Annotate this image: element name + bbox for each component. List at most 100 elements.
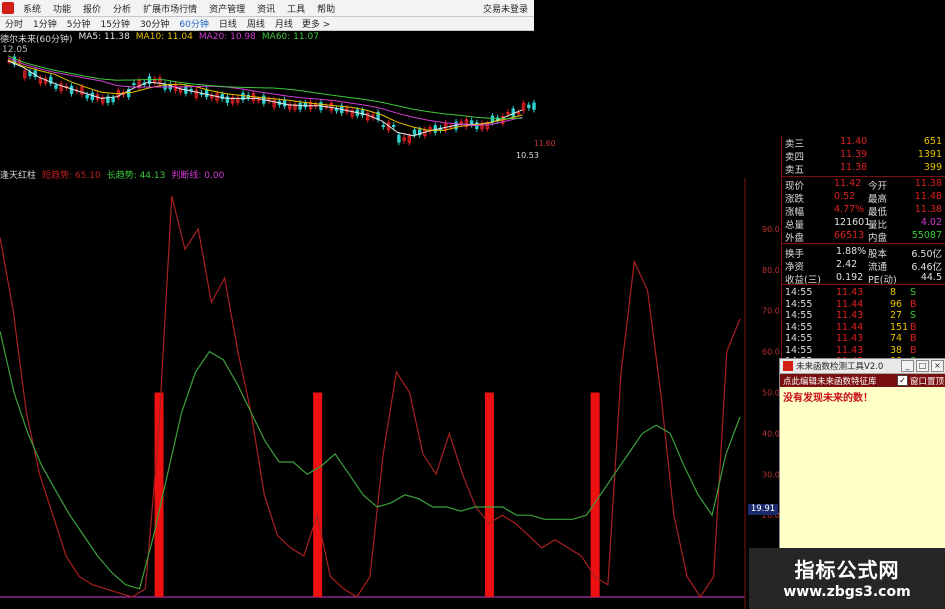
candle	[412, 129, 417, 135]
tick-row: 14:55 11.43 27 S	[782, 310, 945, 323]
candle	[215, 93, 219, 101]
ma5-label: MA5: 11.38	[78, 32, 130, 42]
candle	[127, 89, 131, 98]
tick-side: B	[910, 321, 917, 333]
candle	[366, 113, 370, 121]
popup-toolbar: 点此编辑未来函数特征库 ✓ 窗口置顶	[780, 374, 945, 387]
ask-price: 11.40	[840, 136, 868, 147]
stat-label: 内盘	[868, 233, 888, 244]
stat-value: 121601	[834, 217, 871, 228]
candle	[69, 85, 74, 94]
red-signal-bar	[154, 392, 164, 597]
price-low-label: 10.53	[516, 151, 539, 160]
candle	[90, 92, 95, 100]
menu-item-quote[interactable]: 报价	[77, 2, 107, 15]
candle	[163, 83, 167, 90]
long-trend-label: 长趋势: 44.13	[106, 171, 166, 181]
price-axis-top-label: 11.60	[534, 139, 556, 148]
candle	[298, 102, 302, 110]
ma20-line	[7, 57, 523, 127]
y-tick-label: 90.00	[762, 225, 780, 234]
menu-item-tools[interactable]: 工具	[281, 2, 311, 15]
candle	[111, 97, 115, 103]
popup-titlebar[interactable]: 未来函数检测工具V2.0 _ □ ×	[780, 359, 945, 374]
edit-feature-library-link[interactable]: 点此编辑未来函数特征库	[780, 375, 877, 387]
candlestick-chart[interactable]: 10.53 11.60	[0, 44, 760, 164]
tick-side: S	[910, 287, 917, 298]
tick-time: 14:55	[785, 333, 813, 344]
period-tab-1min[interactable]: 1分钟	[28, 17, 62, 30]
ask-row: 卖五 11.38 399	[782, 162, 945, 176]
stat-label: PE(动)	[868, 275, 897, 286]
menu-item-asset[interactable]: 资产管理	[203, 2, 251, 15]
menu-item-help[interactable]: 帮助	[311, 2, 341, 15]
trade-login-status[interactable]: 交易未登录	[483, 2, 534, 15]
maximize-icon[interactable]: □	[916, 360, 929, 372]
minimize-icon[interactable]: _	[901, 360, 914, 372]
menu-item-system[interactable]: 系统	[17, 2, 47, 15]
indicator-legend: 逢天红柱 短趋势: 65.10 长趋势: 44.13 判断线: 0.00	[0, 168, 225, 181]
candle	[121, 92, 126, 96]
candle	[189, 89, 193, 92]
divider	[782, 176, 945, 177]
period-tab-5min[interactable]: 5分钟	[62, 17, 96, 30]
ask-volume: 399	[923, 162, 942, 173]
period-tab-60min[interactable]: 60分钟	[174, 17, 213, 30]
tick-side: S	[910, 356, 917, 367]
stat-label: 最高	[868, 194, 888, 205]
ma10-line	[7, 59, 523, 131]
stat-label: 流通	[868, 262, 888, 273]
stat-label: 量比	[868, 220, 888, 231]
period-more-button[interactable]: 更多 >	[298, 17, 334, 30]
candle	[329, 102, 334, 111]
candle	[54, 84, 58, 89]
menu-item-news[interactable]: 资讯	[251, 2, 281, 15]
tick-price: 11.43	[836, 287, 864, 298]
menu-item-analysis[interactable]: 分析	[107, 2, 137, 15]
tick-price: 11.43	[836, 344, 864, 356]
candle	[12, 56, 17, 65]
tick-row: 14:55 11.43 8 S	[782, 287, 945, 300]
candle	[480, 123, 484, 130]
menu-item-extended-market[interactable]: 扩展市场行情	[137, 2, 203, 15]
period-tab-15min[interactable]: 15分钟	[95, 17, 134, 30]
candle	[386, 122, 391, 131]
candle	[288, 104, 292, 110]
ask-row: 卖四 11.39 1391	[782, 149, 945, 163]
stat-label: 现价	[785, 181, 805, 192]
judge-line-label: 判断线: 0.00	[171, 171, 225, 181]
tick-row: 14:55 11.43 74 B	[782, 333, 945, 346]
candle	[230, 97, 235, 104]
tick-side: B	[910, 333, 917, 344]
period-tab-30min[interactable]: 30分钟	[135, 17, 174, 30]
stat-row: 现价 11.42 今开 11.38	[782, 178, 945, 192]
indicator-chart[interactable]: 90.00 80.00 70.00 60.00 50.00 40.00 30.00 20.00…	[0, 178, 780, 609]
stat-label: 今开	[868, 181, 888, 192]
candle	[459, 121, 463, 125]
tick-time: 14:55	[785, 344, 813, 356]
close-icon[interactable]: ×	[931, 360, 944, 372]
period-tab-week[interactable]: 周线	[242, 17, 270, 30]
period-tab-month[interactable]: 月线	[270, 17, 298, 30]
candle	[101, 97, 105, 104]
candle	[319, 102, 323, 111]
stat-label: 总量	[785, 220, 805, 231]
period-tab-timeshare[interactable]: 分时	[0, 17, 28, 30]
candle	[116, 90, 121, 98]
watermark: 指标公式网 www.zbgs3.com	[749, 548, 945, 609]
candle	[194, 89, 198, 98]
stay-on-top-checkbox[interactable]: ✓	[896, 375, 908, 386]
candle	[314, 103, 318, 107]
short-trend-label: 短趋势: 65.10	[42, 171, 101, 181]
divider	[782, 284, 945, 285]
candle	[402, 137, 406, 141]
candle	[33, 70, 37, 77]
candle	[308, 101, 313, 110]
tick-volume: 96	[890, 298, 903, 310]
candle	[428, 127, 432, 132]
tick-time: 14:55	[785, 298, 813, 310]
period-tab-day[interactable]: 日线	[214, 17, 242, 30]
tick-row: 14:55 11.44 151 B	[782, 322, 945, 335]
ma60-line	[7, 55, 523, 120]
menu-item-function[interactable]: 功能	[47, 2, 77, 15]
